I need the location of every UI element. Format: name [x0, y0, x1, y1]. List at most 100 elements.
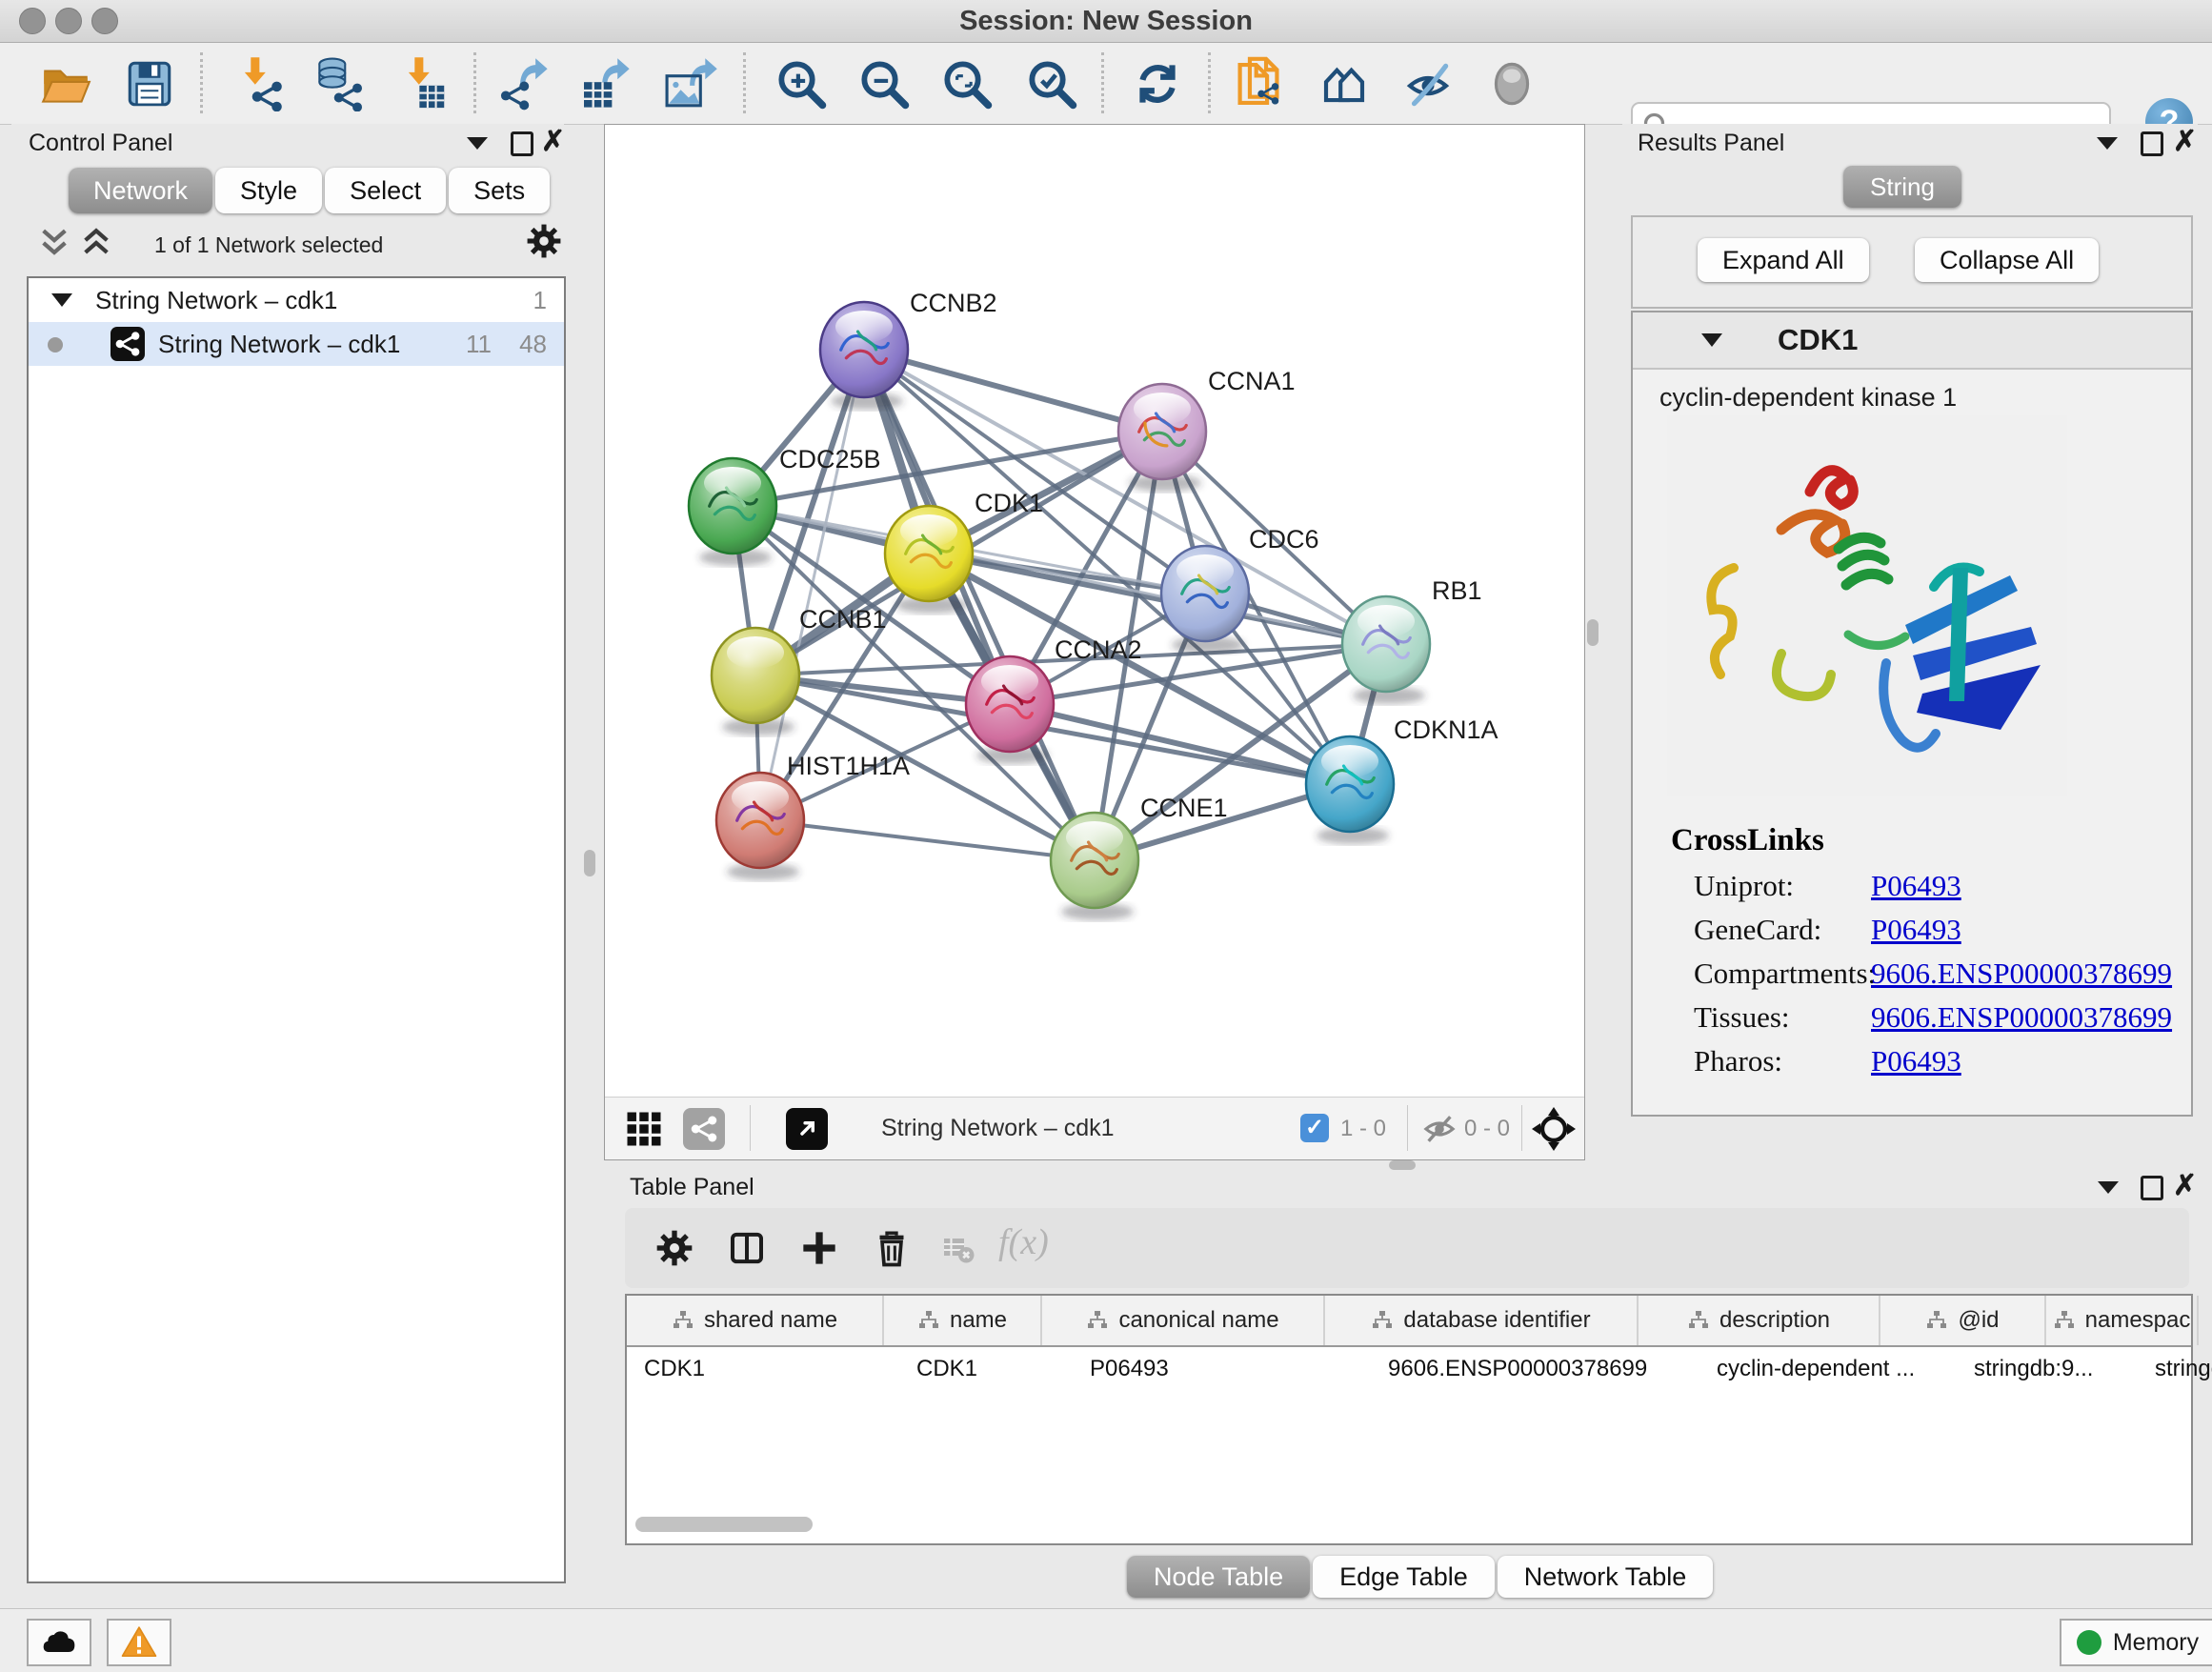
birds-eye-view-icon[interactable]: [683, 1108, 725, 1150]
open-session-icon[interactable]: [38, 56, 93, 111]
show-columns-icon[interactable]: [728, 1229, 766, 1267]
crosslink-label: Uniprot:: [1694, 869, 1794, 903]
column-header-label: @id: [1958, 1307, 1999, 1334]
table-cell[interactable]: cyclin-dependent ...: [1699, 1347, 1957, 1391]
warnings-button[interactable]: [107, 1619, 171, 1666]
column-header-shared-name[interactable]: shared name: [627, 1296, 884, 1345]
tab-sets[interactable]: Sets: [449, 168, 550, 213]
table-cell[interactable]: CDK1: [627, 1347, 899, 1391]
add-column-icon[interactable]: [800, 1229, 838, 1267]
network-edge[interactable]: [760, 820, 1095, 860]
toolbar-separator: [473, 52, 476, 113]
results-panel-close-icon[interactable]: ✗: [2173, 130, 2197, 154]
crosslink-link[interactable]: P06493: [1871, 1044, 1961, 1078]
home-icon[interactable]: [1317, 56, 1372, 111]
network-options-gear-icon[interactable]: [526, 223, 562, 259]
hide-selected-icon[interactable]: [1400, 56, 1456, 111]
tree-row-network[interactable]: String Network – cdk1 11 48: [29, 322, 564, 366]
import-table-file-icon[interactable]: [396, 56, 452, 111]
show-all-icon[interactable]: [1484, 56, 1539, 111]
table-panel-close-icon[interactable]: ✗: [2173, 1174, 2197, 1199]
refresh-icon[interactable]: [1130, 56, 1185, 111]
selected-checkbox-icon[interactable]: ✓: [1300, 1114, 1329, 1142]
right-splitter-handle[interactable]: [1587, 619, 1599, 646]
table-gear-icon[interactable]: [655, 1229, 694, 1267]
column-header-database-identifier[interactable]: database identifier: [1325, 1296, 1639, 1345]
save-session-icon[interactable]: [122, 56, 177, 111]
column-header-description[interactable]: description: [1639, 1296, 1880, 1345]
results-panel-menu-icon[interactable]: [2097, 137, 2118, 150]
export-table-icon[interactable]: [579, 56, 634, 111]
zoom-in-icon[interactable]: [774, 56, 829, 111]
tab-network-table[interactable]: Network Table: [1498, 1556, 1714, 1598]
crosslink-link[interactable]: P06493: [1871, 913, 1961, 947]
tab-node-table[interactable]: Node Table: [1127, 1556, 1310, 1598]
export-image-icon[interactable]: [665, 56, 720, 111]
collapse-all-button[interactable]: Collapse All: [1915, 238, 2099, 282]
grid-view-icon[interactable]: [624, 1109, 664, 1149]
column-header--id[interactable]: @id: [1880, 1296, 2046, 1345]
hidden-eye-slash-icon[interactable]: [1422, 1113, 1457, 1145]
table-cell[interactable]: P06493: [1073, 1347, 1371, 1391]
network-node-CDC6[interactable]: CDC6: [1161, 525, 1319, 654]
network-node-RB1[interactable]: RB1: [1342, 576, 1482, 704]
crosslink-link[interactable]: 9606.ENSP00000378699: [1871, 1000, 2172, 1035]
left-splitter-handle[interactable]: [584, 850, 595, 876]
delete-column-trash-icon[interactable]: [873, 1229, 911, 1267]
tab-select[interactable]: Select: [325, 168, 446, 213]
table-row[interactable]: CDK1CDK1P064939606.ENSP00000378699cyclin…: [627, 1347, 2191, 1391]
table-panel-float-icon[interactable]: [2141, 1176, 2163, 1200]
zoom-out-icon[interactable]: [856, 56, 912, 111]
pan-crosshair-icon[interactable]: [1531, 1106, 1577, 1152]
protein-header-row[interactable]: CDK1: [1633, 312, 2191, 370]
table-cell[interactable]: 9606.ENSP00000378699: [1371, 1347, 1699, 1391]
tab-string[interactable]: String: [1843, 166, 1961, 208]
footer-separator: [1521, 1105, 1522, 1151]
results-panel-float-icon[interactable]: [2141, 131, 2163, 156]
clone-network-icon[interactable]: [1233, 56, 1288, 111]
network-node-HIST1H1A[interactable]: HIST1H1A: [716, 752, 910, 880]
cloud-button[interactable]: [27, 1619, 91, 1666]
tab-edge-table[interactable]: Edge Table: [1313, 1556, 1495, 1598]
zoom-fit-icon[interactable]: [939, 56, 995, 111]
tree-collapse-caret-icon[interactable]: [51, 293, 72, 307]
table-panel-menu-icon[interactable]: [2098, 1181, 2119, 1194]
column-header-canonical-name[interactable]: canonical name: [1042, 1296, 1325, 1345]
expand-all-button[interactable]: Expand All: [1698, 238, 1869, 282]
control-panel-float-icon[interactable]: [511, 131, 533, 156]
export-network-icon[interactable]: [499, 56, 554, 111]
expand-all-networks-icon[interactable]: [80, 227, 112, 259]
network-view-panel: CCNB2CCNA1CDC25BCDK1CDC6RB1CCNB1CCNA2CDK…: [604, 124, 1585, 1160]
column-header-namespac[interactable]: namespac: [2046, 1296, 2199, 1345]
import-network-file-icon[interactable]: [232, 56, 288, 111]
control-panel-close-icon[interactable]: ✗: [541, 130, 565, 154]
network-node-CDKN1A[interactable]: CDKN1A: [1306, 715, 1498, 844]
tab-network[interactable]: Network: [69, 168, 212, 213]
column-header-name[interactable]: name: [884, 1296, 1042, 1345]
protein-collapse-caret-icon[interactable]: [1701, 333, 1722, 347]
detach-view-icon[interactable]: [786, 1108, 828, 1150]
bottom-splitter-handle[interactable]: [1389, 1160, 1416, 1170]
import-network-database-icon[interactable]: [311, 56, 366, 111]
table-horizontal-scrollbar[interactable]: [635, 1517, 813, 1532]
node-table: shared namenamecanonical namedatabase id…: [625, 1294, 2193, 1545]
control-panel-menu-icon[interactable]: [467, 137, 488, 150]
network-canvas[interactable]: CCNB2CCNA1CDC25BCDK1CDC6RB1CCNB1CCNA2CDK…: [605, 125, 1584, 1097]
network-selection-status: 1 of 1 Network selected: [154, 232, 383, 258]
network-node-CCNE1[interactable]: CCNE1: [1051, 794, 1228, 920]
zoom-selected-icon[interactable]: [1024, 56, 1079, 111]
crosslink-link[interactable]: P06493: [1871, 869, 1961, 903]
selected-counts: 1 - 0: [1340, 1098, 1386, 1159]
table-tabs: Node Table Edge Table Network Table: [1127, 1556, 1713, 1598]
tree-row-collection[interactable]: String Network – cdk1 1: [29, 278, 564, 322]
table-cell[interactable]: CDK1: [899, 1347, 1073, 1391]
table-cell[interactable]: stringdb: [2138, 1347, 2212, 1391]
memory-button[interactable]: Memory: [2060, 1619, 2212, 1666]
collapse-all-networks-icon[interactable]: [38, 227, 70, 259]
crosslink-link[interactable]: 9606.ENSP00000378699: [1871, 957, 2172, 991]
table-cell[interactable]: stringdb:9...: [1957, 1347, 2138, 1391]
string-network-badge-icon: [111, 327, 145, 361]
footer-separator: [750, 1105, 751, 1151]
tab-style[interactable]: Style: [215, 168, 322, 213]
network-node-CDC25B[interactable]: CDC25B: [689, 445, 881, 566]
